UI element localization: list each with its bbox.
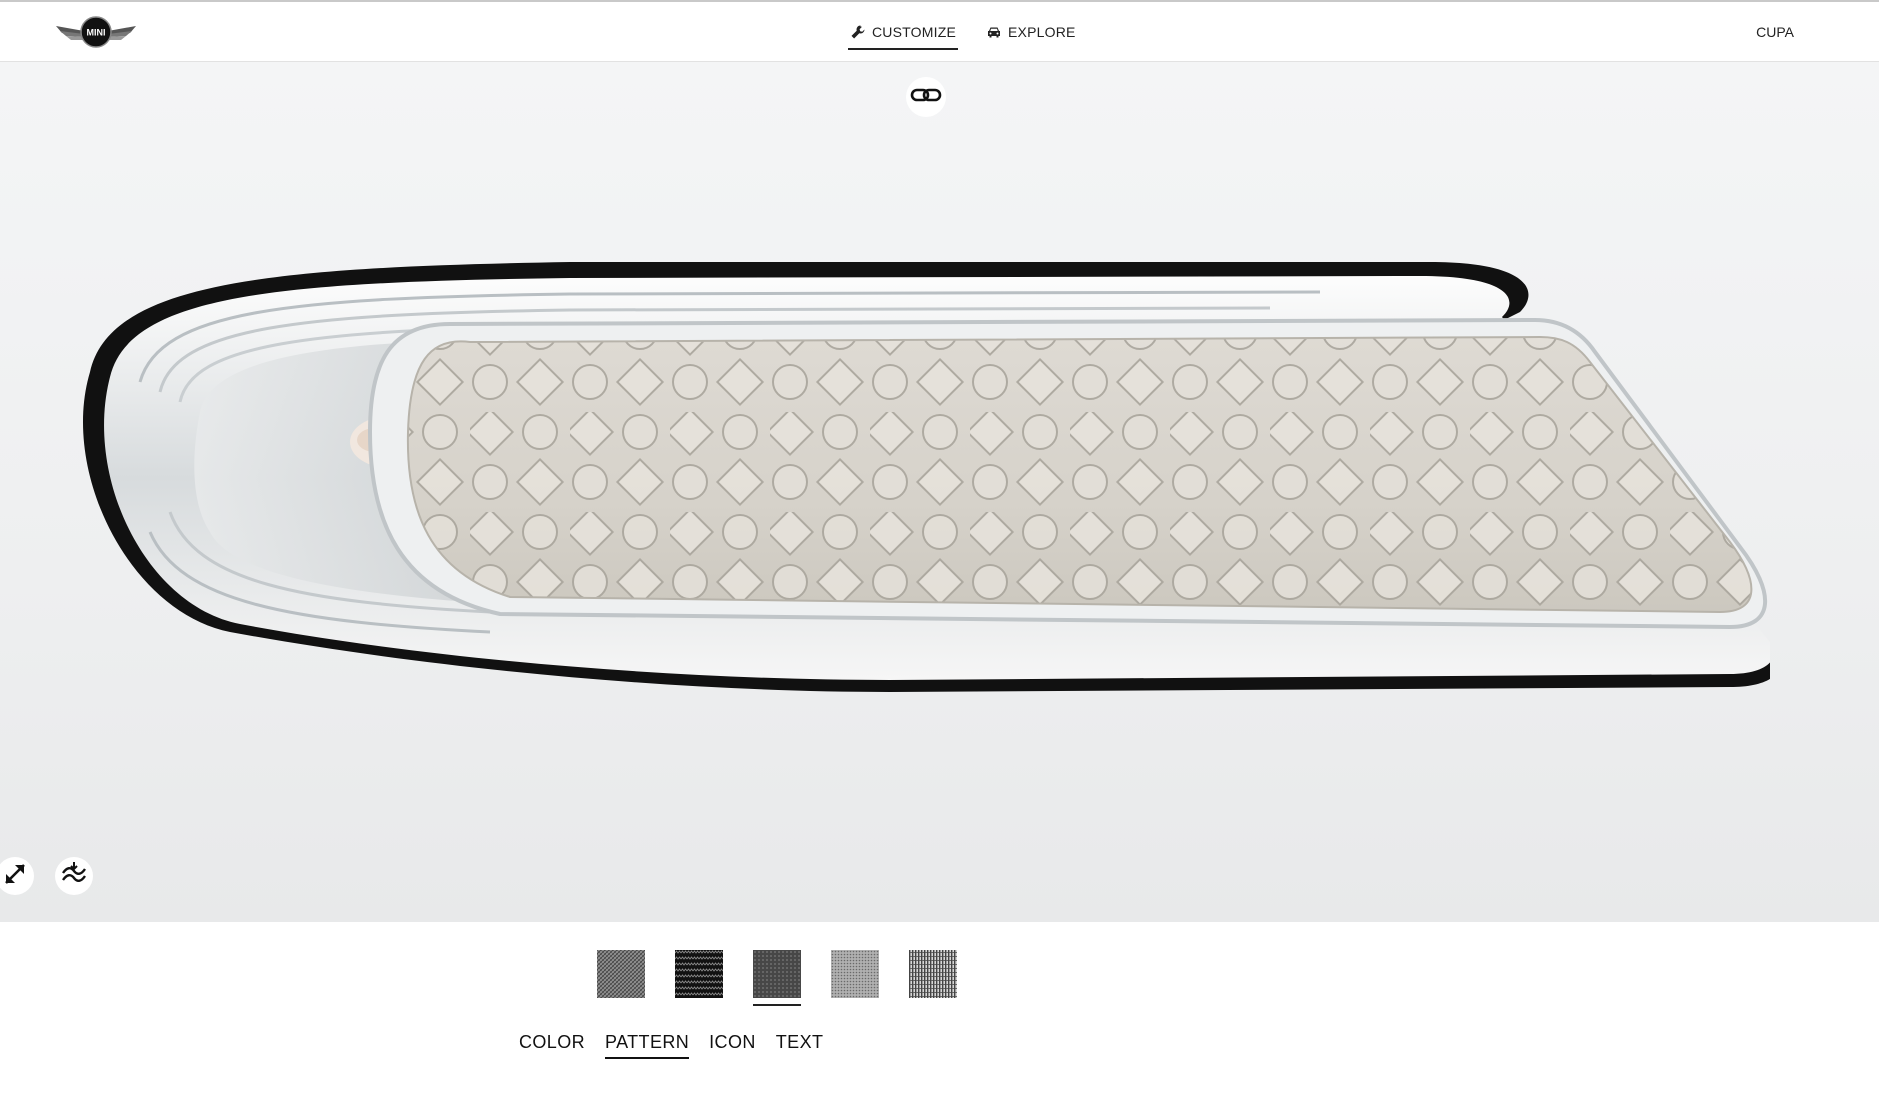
swatch-pattern-1[interactable] (597, 950, 645, 998)
reset-view-icon (60, 860, 88, 893)
tab-color[interactable]: COLOR (519, 1032, 585, 1059)
swatch-pattern-4[interactable] (831, 950, 879, 998)
3d-viewer[interactable] (0, 62, 1879, 922)
wrench-icon (850, 24, 866, 40)
tab-icon[interactable]: ICON (709, 1032, 756, 1059)
mini-logo[interactable]: MINI (54, 14, 138, 50)
car-icon (986, 24, 1002, 40)
pattern-swatches (597, 950, 957, 1006)
swatch-pattern-3[interactable] (753, 950, 801, 1006)
reset-view-button[interactable] (55, 857, 93, 895)
header-bar: MINI CUSTOMIZE EXPLORE CUPA (0, 2, 1879, 62)
nav-tab-label: EXPLORE (1008, 24, 1076, 40)
share-link-button[interactable] (906, 77, 946, 117)
nav-tab-customize[interactable]: CUSTOMIZE (848, 2, 958, 62)
tab-pattern[interactable]: PATTERN (605, 1032, 690, 1059)
nav-tab-explore[interactable]: EXPLORE (984, 2, 1078, 62)
expand-arrows-icon (2, 861, 28, 892)
link-icon (910, 87, 942, 108)
scuttle-model[interactable] (70, 212, 1778, 812)
swatch-pattern-5[interactable] (909, 950, 957, 998)
svg-text:MINI: MINI (87, 28, 106, 38)
customization-panel: COLOR PATTERN ICON TEXT (0, 922, 1879, 1111)
fullscreen-button[interactable] (0, 857, 34, 895)
main-nav: CUSTOMIZE EXPLORE (848, 2, 1078, 62)
user-name[interactable]: CUPA (1756, 24, 1794, 40)
customize-tabs: COLOR PATTERN ICON TEXT (519, 1032, 823, 1059)
tab-text[interactable]: TEXT (776, 1032, 824, 1059)
swatch-pattern-2[interactable] (675, 950, 723, 998)
nav-tab-label: CUSTOMIZE (872, 24, 956, 40)
